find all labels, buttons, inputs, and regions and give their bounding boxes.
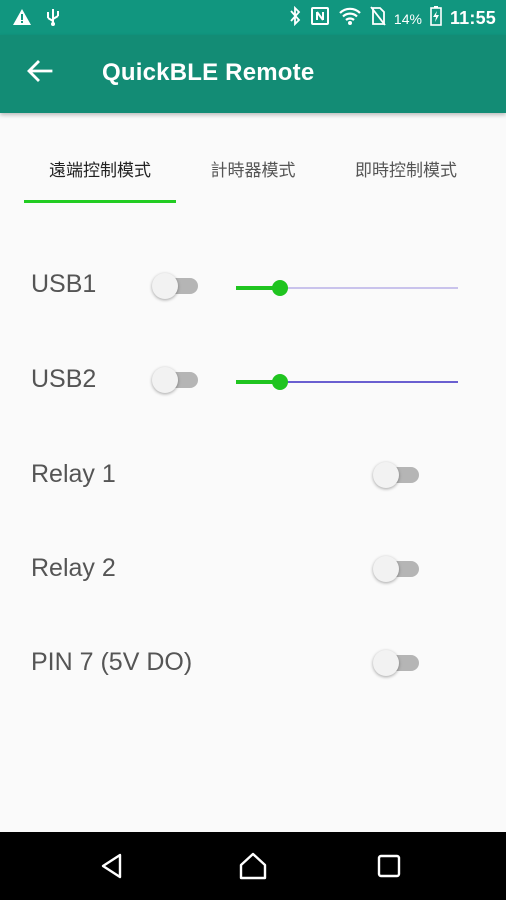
usb2-switch[interactable]	[152, 367, 200, 393]
arrow-back-icon	[27, 60, 53, 86]
status-right-icons: 14% 11:55	[288, 5, 496, 31]
switch-thumb	[152, 367, 178, 393]
nav-back-button[interactable]	[92, 850, 132, 886]
tab-realtime-control[interactable]: 即時控制模式	[330, 140, 482, 202]
usb1-switch[interactable]	[152, 273, 200, 299]
nav-recents-button[interactable]	[369, 850, 409, 886]
pin7-label: PIN 7 (5V DO)	[31, 648, 193, 676]
app-bar: QuickBLE Remote	[0, 35, 506, 113]
slider-knob[interactable]	[272, 280, 289, 296]
tab-timer[interactable]: 計時器模式	[180, 140, 326, 202]
slider-knob[interactable]	[272, 374, 289, 390]
bluetooth-icon	[288, 5, 302, 31]
nav-recents-icon	[377, 854, 401, 882]
tab-label: 即時控制模式	[355, 161, 457, 181]
status-left-icons	[12, 7, 60, 31]
tab-indicator	[24, 200, 176, 203]
wifi-icon	[338, 6, 362, 31]
nfc-icon	[310, 6, 330, 31]
switch-thumb	[152, 273, 178, 299]
tab-remote-control[interactable]: 遠端控制模式	[24, 140, 176, 202]
nav-home-icon	[238, 852, 268, 884]
app-title: QuickBLE Remote	[102, 59, 315, 86]
usb2-label: USB2	[31, 365, 97, 393]
usb2-slider[interactable]	[236, 372, 458, 392]
status-bar: 14% 11:55	[0, 0, 506, 35]
tab-label: 遠端控制模式	[49, 161, 151, 181]
no-sim-icon	[370, 6, 386, 31]
usb1-slider[interactable]	[236, 278, 458, 298]
warning-icon	[12, 8, 32, 30]
usb-icon	[46, 7, 60, 31]
battery-percent: 14%	[393, 10, 422, 27]
usb1-label: USB1	[31, 270, 97, 298]
mode-tabs: 遠端控制模式 計時器模式 即時控制模式	[0, 140, 506, 204]
back-button[interactable]	[22, 55, 58, 91]
switch-thumb	[373, 556, 399, 582]
relay1-switch[interactable]	[373, 462, 421, 488]
relay2-label: Relay 2	[31, 554, 116, 582]
pin7-switch[interactable]	[373, 650, 421, 676]
clock: 11:55	[449, 8, 496, 28]
tab-label: 計時器模式	[210, 161, 296, 181]
switch-thumb	[373, 650, 399, 676]
relay2-switch[interactable]	[373, 556, 421, 582]
nav-back-icon	[100, 853, 124, 883]
switch-thumb	[373, 462, 399, 488]
nav-home-button[interactable]	[233, 850, 273, 886]
system-nav-bar	[0, 832, 506, 900]
battery-icon	[430, 6, 442, 31]
relay1-label: Relay 1	[31, 460, 116, 488]
